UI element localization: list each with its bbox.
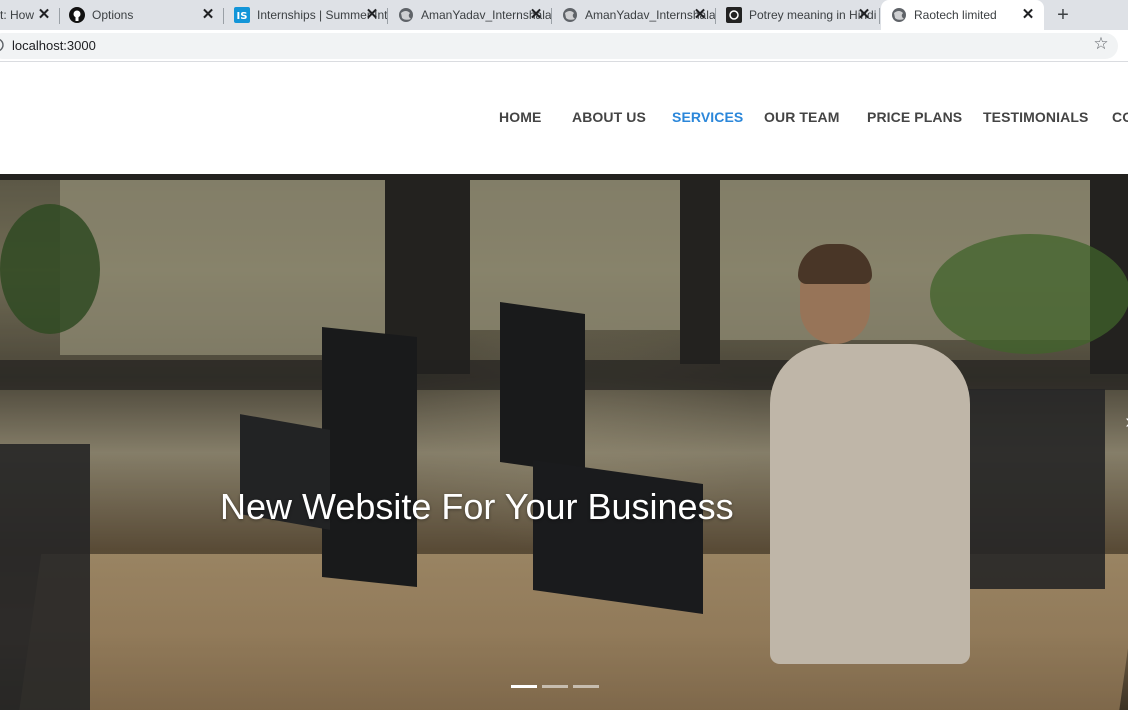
browser-tab[interactable]: IS Internships | Summer Internships ✕ <box>224 0 388 30</box>
browser-tab[interactable]: Potrey meaning in Hindi ✕ <box>716 0 880 30</box>
main-nav: HOME ABOUT US SERVICES OUR TEAM PRICE PL… <box>0 109 1128 129</box>
browser-tab-strip: t: How ✕ Options ✕ IS Internships | Summ… <box>0 0 1128 30</box>
carousel-indicators <box>511 685 599 689</box>
nav-testimonials[interactable]: TESTIMONIALS <box>983 109 1088 125</box>
carousel-indicator[interactable] <box>573 685 599 688</box>
hero-carousel: New Website For Your Business › <box>0 174 1128 710</box>
svg-text:IS: IS <box>237 11 248 22</box>
tab-close-icon[interactable]: ✕ <box>364 7 380 23</box>
globe-icon <box>398 7 414 23</box>
bookmark-star-icon[interactable]: ☆ <box>1092 35 1110 53</box>
tab-close-icon[interactable]: ✕ <box>856 7 872 23</box>
site-header: HOME ABOUT US SERVICES OUR TEAM PRICE PL… <box>0 63 1128 174</box>
tab-close-icon[interactable]: ✕ <box>528 7 544 23</box>
browser-tab-active[interactable]: Raotech limited ✕ <box>881 0 1044 30</box>
new-tab-button[interactable]: + <box>1053 5 1073 25</box>
nav-price-plans[interactable]: PRICE PLANS <box>867 109 962 125</box>
carousel-indicator[interactable] <box>511 685 537 688</box>
globe-icon <box>891 7 907 23</box>
tab-close-icon[interactable]: ✕ <box>36 7 52 23</box>
browser-toolbar: localhost:3000 <box>0 30 1128 62</box>
browser-tab[interactable]: Options ✕ <box>60 0 224 30</box>
url-text[interactable]: localhost:3000 <box>12 38 96 53</box>
browser-tab[interactable]: t: How ✕ <box>0 0 60 30</box>
hero-title: New Website For Your Business <box>220 486 734 527</box>
address-bar[interactable]: localhost:3000 <box>0 33 1118 59</box>
browser-tab[interactable]: AmanYadav_Internshala ✕ <box>388 0 552 30</box>
globe-icon <box>562 7 578 23</box>
info-icon[interactable] <box>0 38 6 54</box>
nav-contact[interactable]: CO <box>1112 109 1128 125</box>
nav-home[interactable]: HOME <box>499 109 541 125</box>
github-icon <box>69 7 85 23</box>
tab-close-icon[interactable]: ✕ <box>200 7 216 23</box>
tab-close-icon[interactable]: ✕ <box>1020 7 1036 23</box>
internshala-icon: IS <box>234 7 250 23</box>
nav-services[interactable]: SERVICES <box>672 109 743 125</box>
browser-tab[interactable]: AmanYadav_Internshala ✕ <box>552 0 716 30</box>
nav-about-us[interactable]: ABOUT US <box>572 109 646 125</box>
nav-our-team[interactable]: OUR TEAM <box>764 109 839 125</box>
dictionary-icon <box>726 7 742 23</box>
carousel-indicator[interactable] <box>542 685 568 688</box>
tab-close-icon[interactable]: ✕ <box>692 7 708 23</box>
